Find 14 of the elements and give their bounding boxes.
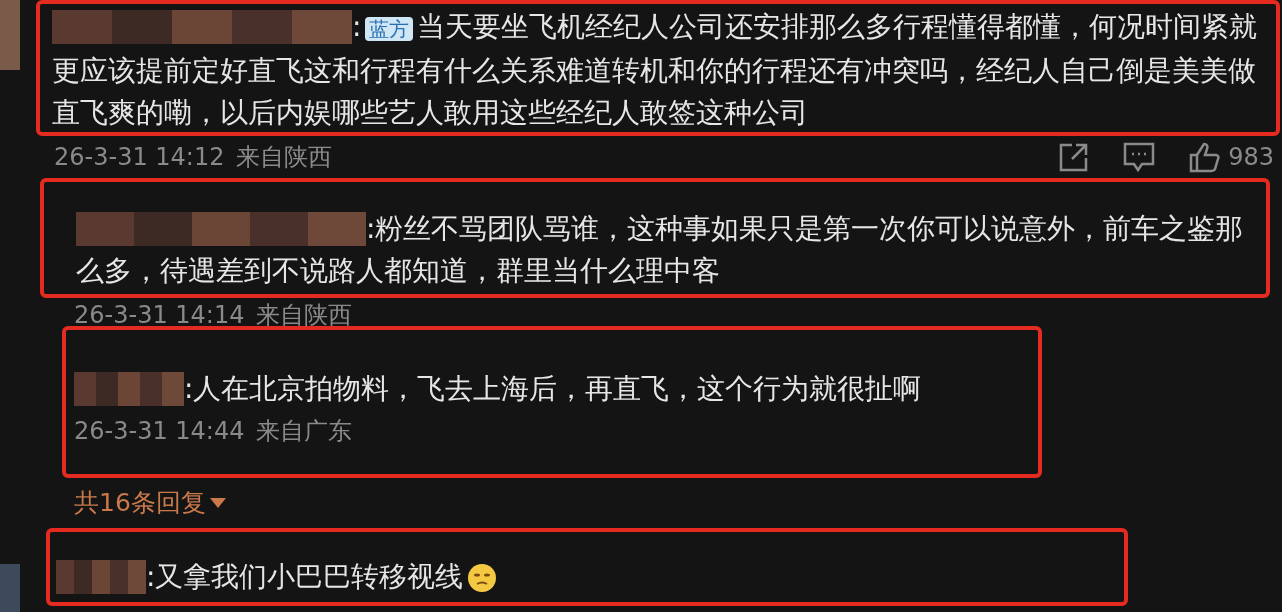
- thumbs-up-icon[interactable]: [1188, 141, 1221, 173]
- avatar: [0, 0, 20, 70]
- caret-icon: [209, 498, 226, 508]
- comment-location: 来自陕西: [236, 142, 333, 172]
- comment-time: 26-3-31 14:14: [74, 300, 245, 330]
- comment-time: 26-3-31 14:44: [74, 416, 245, 446]
- badge: 蓝方: [365, 17, 414, 41]
- avatar: [0, 564, 20, 612]
- comment-time: 26-3-31 14:12: [54, 142, 225, 172]
- like-count: 983: [1228, 142, 1274, 173]
- replies-link[interactable]: 共16条回复: [74, 484, 226, 522]
- comment-location: 来自广东: [256, 416, 353, 446]
- comment-icon[interactable]: [1122, 141, 1157, 173]
- comment-location: 来自陕西: [256, 300, 353, 330]
